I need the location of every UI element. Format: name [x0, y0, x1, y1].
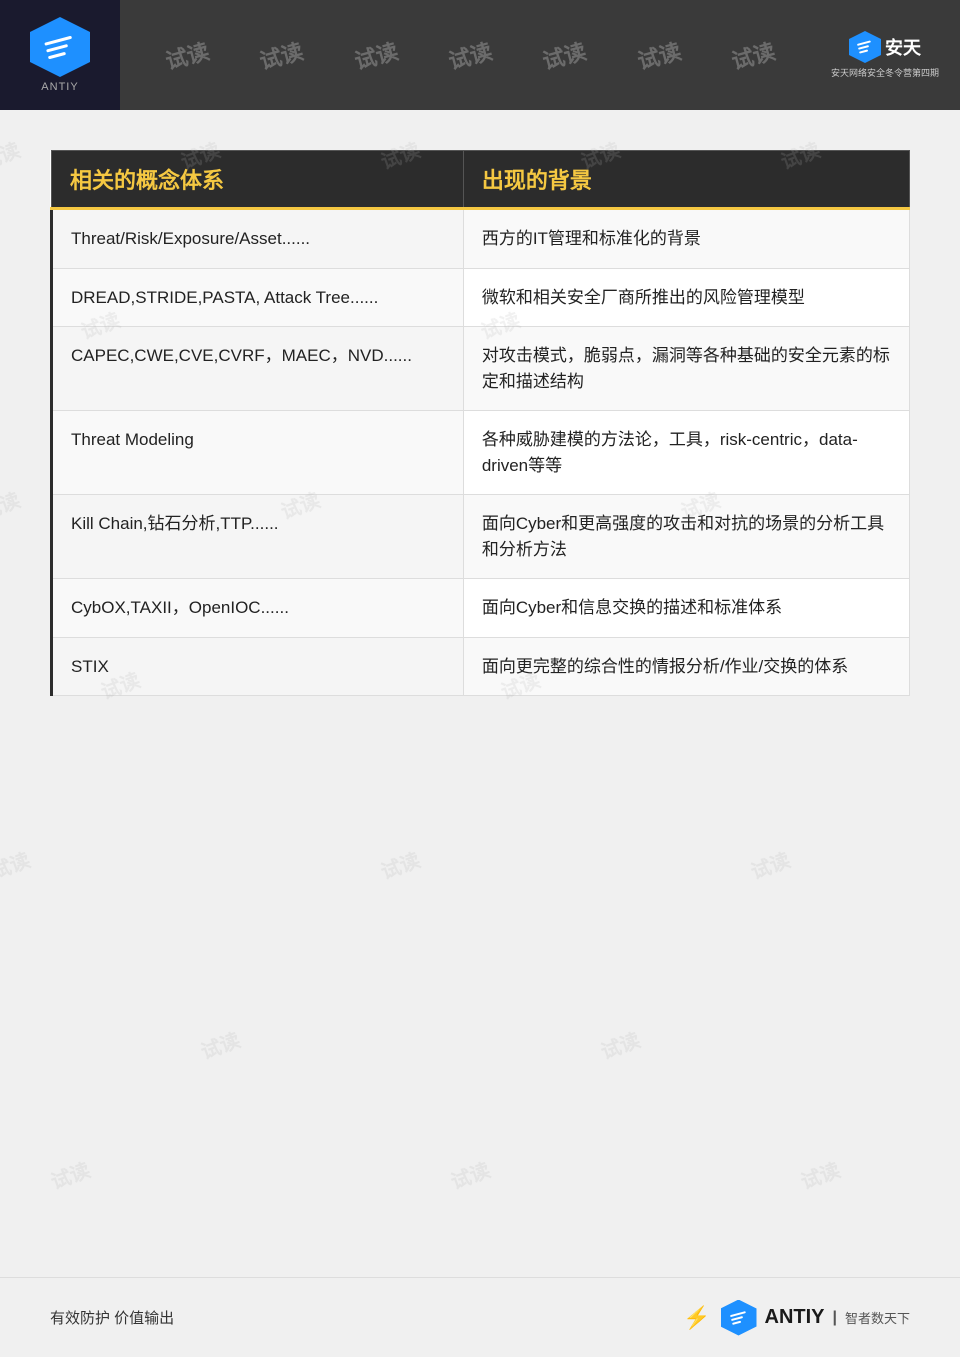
logo-line-2: [46, 43, 68, 52]
footer-logo-lines: [729, 1311, 747, 1325]
data-table: 相关的概念体系 出现的背景 Threat/Risk/Exposure/Asset…: [50, 150, 910, 696]
wm-18: 试读: [46, 1154, 94, 1195]
row1-col2: 西方的IT管理和标准化的背景: [463, 209, 909, 269]
footer-tagline: 有效防护 价值输出: [50, 1307, 174, 1328]
lightning-icon: ⚡: [683, 1305, 710, 1331]
wm-19: 试读: [446, 1154, 494, 1195]
antiy-subtitle: 安天网络安全冬令营第四期: [831, 66, 939, 79]
header-wm-2: 试读: [256, 34, 307, 76]
wm-17: 试读: [596, 1024, 644, 1065]
header-wm-5: 试读: [539, 34, 590, 76]
logo-hexagon: [30, 17, 90, 77]
table-header-row: 相关的概念体系 出现的背景: [52, 151, 910, 209]
table-row-2: DREAD,STRIDE,PASTA, Attack Tree...... 微软…: [52, 268, 910, 327]
col1-header: 相关的概念体系: [52, 151, 464, 209]
logo-line-3: [48, 51, 66, 59]
table-row-5: Kill Chain,钻石分析,TTP...... 面向Cyber和更高强度的攻…: [52, 495, 910, 579]
row3-col1: CAPEC,CWE,CVE,CVRF，MAEC，NVD......: [52, 327, 464, 411]
row4-col1: Threat Modeling: [52, 411, 464, 495]
footer-separator: |: [833, 1309, 837, 1327]
table-row-7: STIX 面向更完整的综合性的情报分析/作业/交换的体系: [52, 637, 910, 696]
wm-14: 试读: [376, 844, 424, 885]
logo-line-1: [44, 35, 72, 45]
footer-logo-line-1: [729, 1311, 745, 1317]
header-wm-7: 试读: [727, 34, 778, 76]
antiy-name: 安天: [885, 34, 921, 60]
wm-20: 试读: [796, 1154, 844, 1195]
footer-logo-line-3: [732, 1320, 741, 1324]
footer-right: ⚡ ANTIY | 智者数天下: [683, 1300, 910, 1336]
row5-col2: 面向Cyber和更高强度的攻击和对抗的场景的分析工具和分析方法: [463, 495, 909, 579]
header-wm-1: 试读: [162, 34, 213, 76]
header-right-logo: 安天 安天网络安全冬令营第四期: [820, 10, 950, 100]
row6-col2: 面向Cyber和信息交换的描述和标准体系: [463, 579, 909, 638]
table-row-1: Threat/Risk/Exposure/Asset...... 西方的IT管理…: [52, 209, 910, 269]
row1-col1: Threat/Risk/Exposure/Asset......: [52, 209, 464, 269]
header-watermarks: 试读 试读 试读 试读 试读 试读 试读: [120, 39, 820, 71]
antiy-icon-lines: [857, 40, 873, 53]
wm-16: 试读: [196, 1024, 244, 1065]
logo-area: ANTIY: [0, 0, 120, 110]
row2-col2: 微软和相关安全厂商所推出的风险管理模型: [463, 268, 909, 327]
header-wm-6: 试读: [633, 34, 684, 76]
row7-col1: STIX: [52, 637, 464, 696]
footer-brand-sub: 智者数天下: [845, 1308, 910, 1327]
table-body: Threat/Risk/Exposure/Asset...... 西方的IT管理…: [52, 209, 910, 696]
main-content: 相关的概念体系 出现的背景 Threat/Risk/Exposure/Asset…: [0, 110, 960, 726]
header: ANTIY 试读 试读 试读 试读 试读 试读 试读 安天 安天网络安全冬令营第…: [0, 0, 960, 110]
footer-brand-name: ANTIY: [765, 1306, 825, 1329]
header-wm-3: 试读: [350, 34, 401, 76]
row6-col1: CybOX,TAXII，OpenIOC......: [52, 579, 464, 638]
footer: 有效防护 价值输出 ⚡ ANTIY | 智者数天下: [0, 1277, 960, 1357]
antiy-icon-line-3: [859, 49, 868, 53]
row2-col1: DREAD,STRIDE,PASTA, Attack Tree......: [52, 268, 464, 327]
col2-header: 出现的背景: [463, 151, 909, 209]
row7-col2: 面向更完整的综合性的情报分析/作业/交换的体系: [463, 637, 909, 696]
header-wm-4: 试读: [445, 34, 496, 76]
logo-text: ANTIY: [41, 81, 78, 93]
antiy-brand: 安天: [849, 31, 921, 63]
table-row-6: CybOX,TAXII，OpenIOC...... 面向Cyber和信息交换的描…: [52, 579, 910, 638]
antiy-icon: [849, 31, 881, 63]
table-row-3: CAPEC,CWE,CVE,CVRF，MAEC，NVD...... 对攻击模式，…: [52, 327, 910, 411]
footer-antiy-text: ANTIY: [765, 1306, 825, 1328]
logo-lines: [44, 35, 75, 59]
row4-col2: 各种威胁建模的方法论，工具，risk-centric，data-driven等等: [463, 411, 909, 495]
table-row-4: Threat Modeling 各种威胁建模的方法论，工具，risk-centr…: [52, 411, 910, 495]
footer-logo-icon: [721, 1300, 757, 1336]
wm-15: 试读: [746, 844, 794, 885]
wm-13: 试读: [0, 844, 34, 885]
row5-col1: Kill Chain,钻石分析,TTP......: [52, 495, 464, 579]
row3-col2: 对攻击模式，脆弱点，漏洞等各种基础的安全元素的标定和描述结构: [463, 327, 909, 411]
